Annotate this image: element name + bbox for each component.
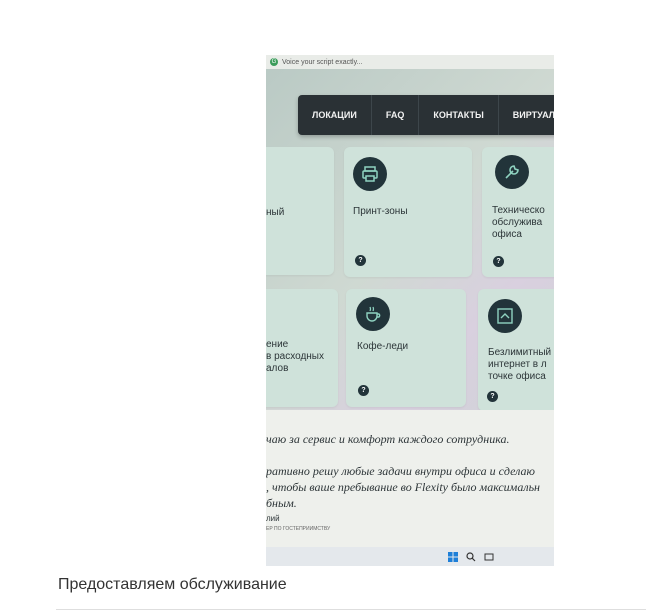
service-card-label: Принт-зоны [353,206,408,217]
about-line: чаю за сервис и комфорт каждого сотрудни… [266,432,510,446]
browser-tab-bar: G Voice your script exactly... [266,55,554,69]
router-icon [488,299,522,333]
about-line: бным. [266,496,297,510]
task-view-icon[interactable] [484,552,494,562]
about-line: ративно решу любые задачи внутри офиса и… [266,464,535,478]
service-card: ный [266,147,334,275]
service-card-label: ный [266,207,285,218]
signature-name: лий [266,514,280,523]
service-card-print-zones: Принт-зоны ? [344,147,472,277]
nav-item-faq[interactable]: FAQ [372,95,420,135]
google-icon: G [270,58,278,66]
service-card-coffee-lady: Кофе-леди ? [346,289,466,407]
browser-tab-title: Voice your script exactly... [282,58,363,66]
service-card-label: Техническо обслужива офиса [492,205,545,240]
service-card-label: Безлимитный интернет в л точке офиса [488,347,552,382]
coffee-cup-icon [356,297,390,331]
help-icon[interactable]: ? [487,391,498,402]
nav-item-virtual[interactable]: ВИРТУАЛЬНЫЙ [499,95,554,135]
nav-item-contacts[interactable]: КОНТАКТЫ [419,95,499,135]
wrench-icon [495,155,529,189]
nav-item-locations[interactable]: ЛОКАЦИИ [298,95,372,135]
search-icon[interactable] [466,551,476,562]
help-icon[interactable]: ? [493,256,504,267]
divider [56,609,646,610]
about-text-block: чаю за сервис и комфорт каждого сотрудни… [266,410,554,550]
monitor-photo: G Voice your script exactly... ЛОКАЦИИ F… [266,55,554,566]
help-icon[interactable]: ? [355,255,366,266]
service-card-label: Кофе-леди [357,341,409,352]
signature-role: ЕР ПО ГОСТЕПРИИМСТВУ [266,526,331,532]
about-line: , чтобы ваше пребывание во Flexity было … [266,480,540,494]
windows-taskbar [266,547,554,566]
windows-start-icon[interactable] [448,551,458,562]
service-card: ение в расходных алов [266,289,338,407]
service-card-maintenance: Техническо обслужива офиса ? [482,147,554,277]
printer-icon [353,157,387,191]
help-icon[interactable]: ? [358,385,369,396]
service-card-unlimited-internet: Безлимитный интернет в л точке офиса ? [478,289,554,411]
service-card-label: ение в расходных алов [266,339,324,374]
site-navigation: ЛОКАЦИИ FAQ КОНТАКТЫ ВИРТУАЛЬНЫЙ [298,95,554,135]
image-caption: Предоставляем обслуживание [58,576,287,593]
